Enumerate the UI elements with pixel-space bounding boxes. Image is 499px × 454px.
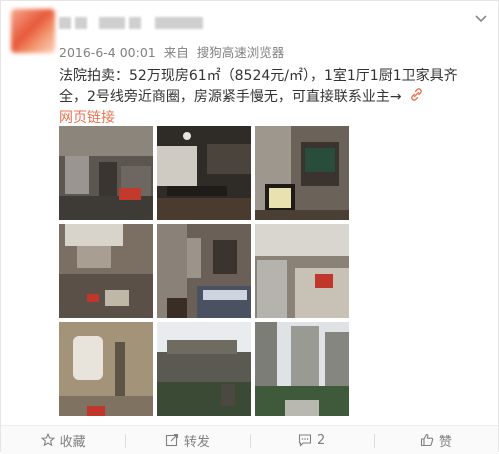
photo-bathroom[interactable] <box>59 322 153 416</box>
photo-tower-view[interactable] <box>255 322 349 416</box>
photo-fridge-kitchen[interactable] <box>255 224 349 318</box>
favorite-button[interactable]: 收藏 <box>1 426 125 454</box>
post-text: 法院拍卖：52万现房61㎡（8524元/㎡），1室1厅1厨1卫家具齐全，2号线旁… <box>59 68 458 105</box>
source-prefix: 来自 <box>163 45 189 60</box>
action-toolbar: 收藏 转发 2 赞 <box>1 425 498 454</box>
weibo-post-card: 2016-6-4 00:01 来自 搜狗高速浏览器 法院拍卖：52万现房61㎡（… <box>0 0 499 454</box>
photo-dining-area[interactable] <box>157 126 251 220</box>
post-timestamp[interactable]: 2016-6-4 00:01 <box>59 45 156 60</box>
like-label: 赞 <box>438 434 452 450</box>
username-blurred[interactable] <box>59 15 209 31</box>
photo-tv-corner[interactable] <box>255 126 349 220</box>
photo-building-exterior[interactable] <box>157 322 251 416</box>
comment-icon <box>298 434 312 447</box>
avatar[interactable] <box>11 9 55 53</box>
like-button[interactable]: 赞 <box>373 426 498 454</box>
photo-bedroom[interactable] <box>157 224 251 318</box>
star-icon <box>40 433 55 447</box>
post-meta: 2016-6-4 00:01 来自 搜狗高速浏览器 <box>59 42 284 61</box>
repost-icon <box>165 433 178 447</box>
post-content: 法院拍卖：52万现房61㎡（8524元/㎡），1室1厅1厨1卫家具齐全，2号线旁… <box>59 66 479 129</box>
repost-label: 转发 <box>183 434 210 450</box>
thumbs-up-icon <box>420 433 434 447</box>
photo-living-room[interactable] <box>59 126 153 220</box>
favorite-label: 收藏 <box>59 434 86 450</box>
link-icon <box>406 88 423 105</box>
photo-kitchen[interactable] <box>59 224 153 318</box>
repost-button[interactable]: 转发 <box>125 426 249 454</box>
chevron-down-icon[interactable] <box>471 11 491 29</box>
post-source[interactable]: 搜狗高速浏览器 <box>197 45 285 60</box>
comment-count: 2 <box>316 432 326 448</box>
comment-button[interactable]: 2 <box>249 426 374 454</box>
photo-grid <box>59 126 349 416</box>
